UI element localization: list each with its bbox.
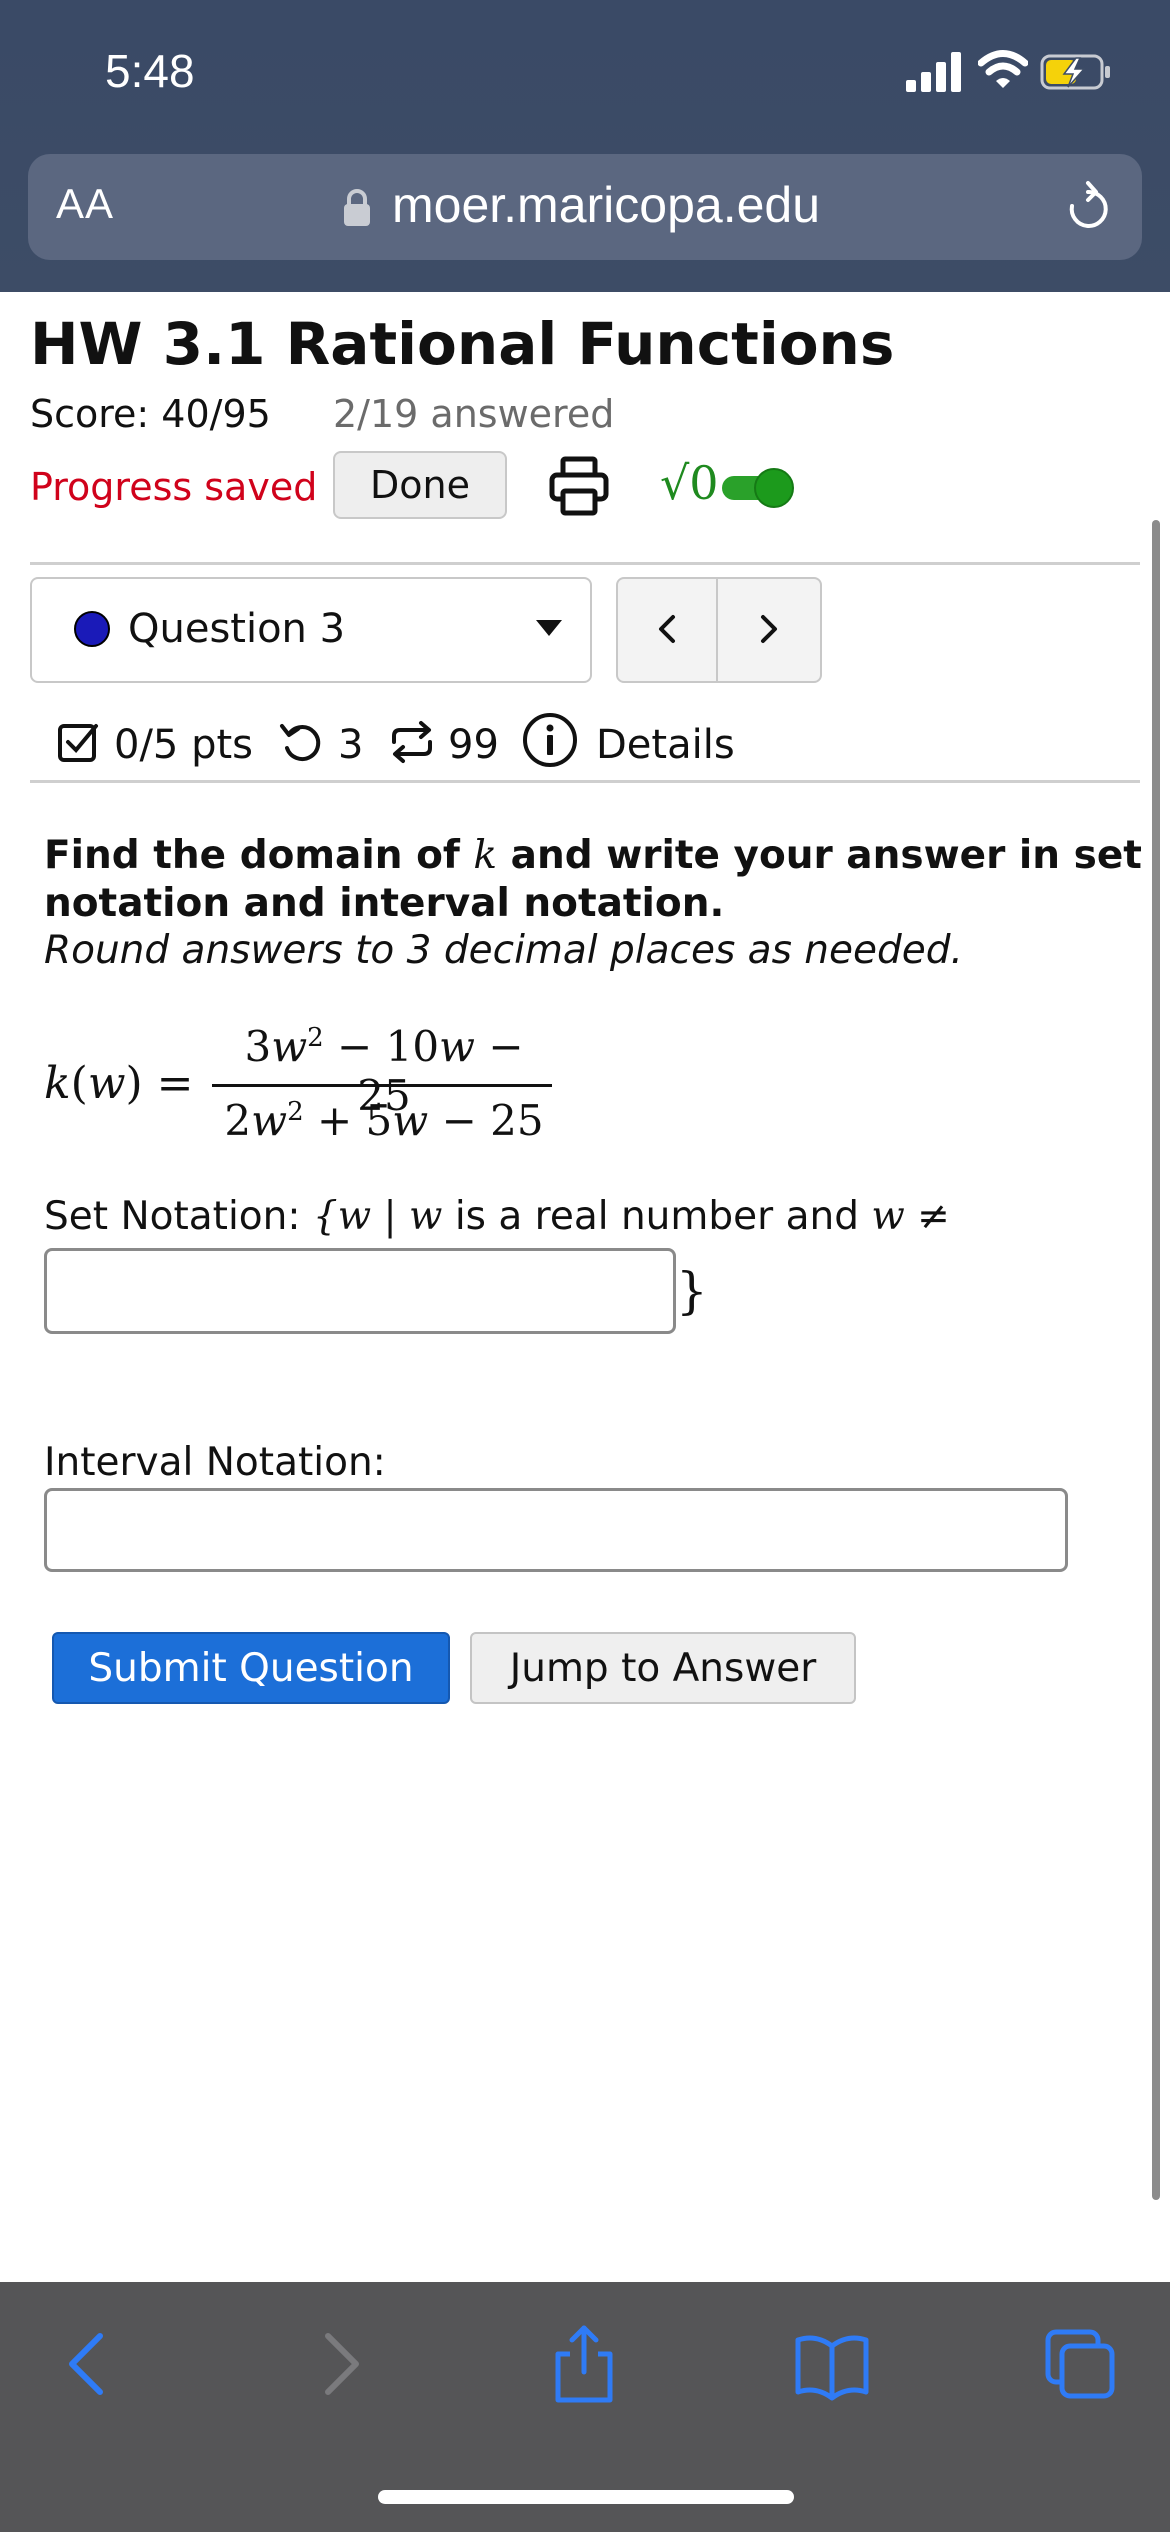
interval-notation-label: Interval Notation: bbox=[44, 1440, 386, 1485]
info-icon[interactable] bbox=[522, 712, 578, 768]
versions-icon bbox=[392, 721, 432, 763]
set-notation-label: Set Notation: {w | w is a real number an… bbox=[44, 1194, 950, 1239]
reload-icon[interactable] bbox=[1064, 180, 1112, 234]
points-text: 0/5 pts bbox=[114, 722, 254, 768]
back-icon[interactable] bbox=[48, 2324, 128, 2404]
chevron-right-icon bbox=[761, 615, 777, 643]
scrollbar[interactable] bbox=[1152, 520, 1160, 2200]
versions-count: 99 bbox=[448, 722, 499, 768]
text-size-button[interactable]: AA bbox=[56, 180, 114, 228]
details-link[interactable]: Details bbox=[596, 722, 735, 768]
prompt-variable: k bbox=[473, 833, 498, 878]
caret-down-icon bbox=[536, 620, 562, 636]
jump-to-answer-button[interactable]: Jump to Answer bbox=[470, 1632, 856, 1704]
question-instruction: Round answers to 3 decimal places as nee… bbox=[44, 928, 963, 973]
chevron-left-icon bbox=[659, 615, 675, 643]
divider bbox=[30, 780, 1140, 783]
print-icon[interactable] bbox=[548, 455, 610, 517]
score-text: Score: 40/95 bbox=[30, 392, 271, 436]
fraction-bar bbox=[212, 1084, 552, 1087]
forward-icon[interactable] bbox=[300, 2324, 380, 2404]
question-status-dot bbox=[74, 611, 110, 647]
divider bbox=[30, 562, 1140, 565]
set-label-prefix: Set Notation: bbox=[44, 1194, 313, 1239]
tabs-icon[interactable] bbox=[1040, 2324, 1120, 2404]
lock-icon bbox=[344, 189, 370, 226]
prompt-text: Find the domain of bbox=[44, 833, 474, 878]
answered-count: 2/19 answered bbox=[333, 392, 615, 436]
done-button[interactable]: Done bbox=[333, 451, 507, 519]
math-entry-toggle[interactable] bbox=[722, 468, 796, 508]
set-notation-input[interactable] bbox=[44, 1248, 676, 1334]
retry-icon bbox=[280, 724, 321, 762]
question-select-label: Question 3 bbox=[128, 606, 346, 652]
bookmarks-icon[interactable] bbox=[792, 2324, 872, 2404]
math-entry-label: √0 bbox=[660, 456, 719, 510]
function-lhs: k(w) = bbox=[44, 1058, 194, 1109]
status-time: 5:48 bbox=[105, 45, 195, 97]
url-text[interactable]: moer.maricopa.edu bbox=[392, 176, 820, 234]
home-indicator bbox=[378, 2490, 794, 2504]
previous-question-button[interactable] bbox=[616, 579, 716, 679]
interval-notation-input[interactable] bbox=[44, 1488, 1068, 1572]
set-close-brace: } bbox=[676, 1262, 708, 1320]
checkbox-icon bbox=[58, 724, 98, 762]
progress-saved-text: Progress saved bbox=[30, 465, 318, 509]
set-label-middle: is a real number and bbox=[442, 1194, 872, 1239]
set-open: {w | w bbox=[312, 1194, 443, 1239]
set-neq: w ≠ bbox=[871, 1194, 950, 1239]
submit-question-button[interactable]: Submit Question bbox=[52, 1632, 450, 1704]
retries-count: 3 bbox=[338, 722, 364, 768]
cellular-signal-icon bbox=[906, 52, 961, 92]
share-icon[interactable] bbox=[544, 2324, 624, 2404]
next-question-button[interactable] bbox=[718, 579, 818, 679]
wifi-icon bbox=[978, 50, 1028, 88]
page-title: HW 3.1 Rational Functions bbox=[30, 310, 895, 378]
question-prompt: Find the domain of k and write your answ… bbox=[44, 832, 1144, 928]
function-denominator: 2w2 + 5w − 25 bbox=[224, 1096, 544, 1145]
battery-charging-icon bbox=[1040, 54, 1110, 90]
